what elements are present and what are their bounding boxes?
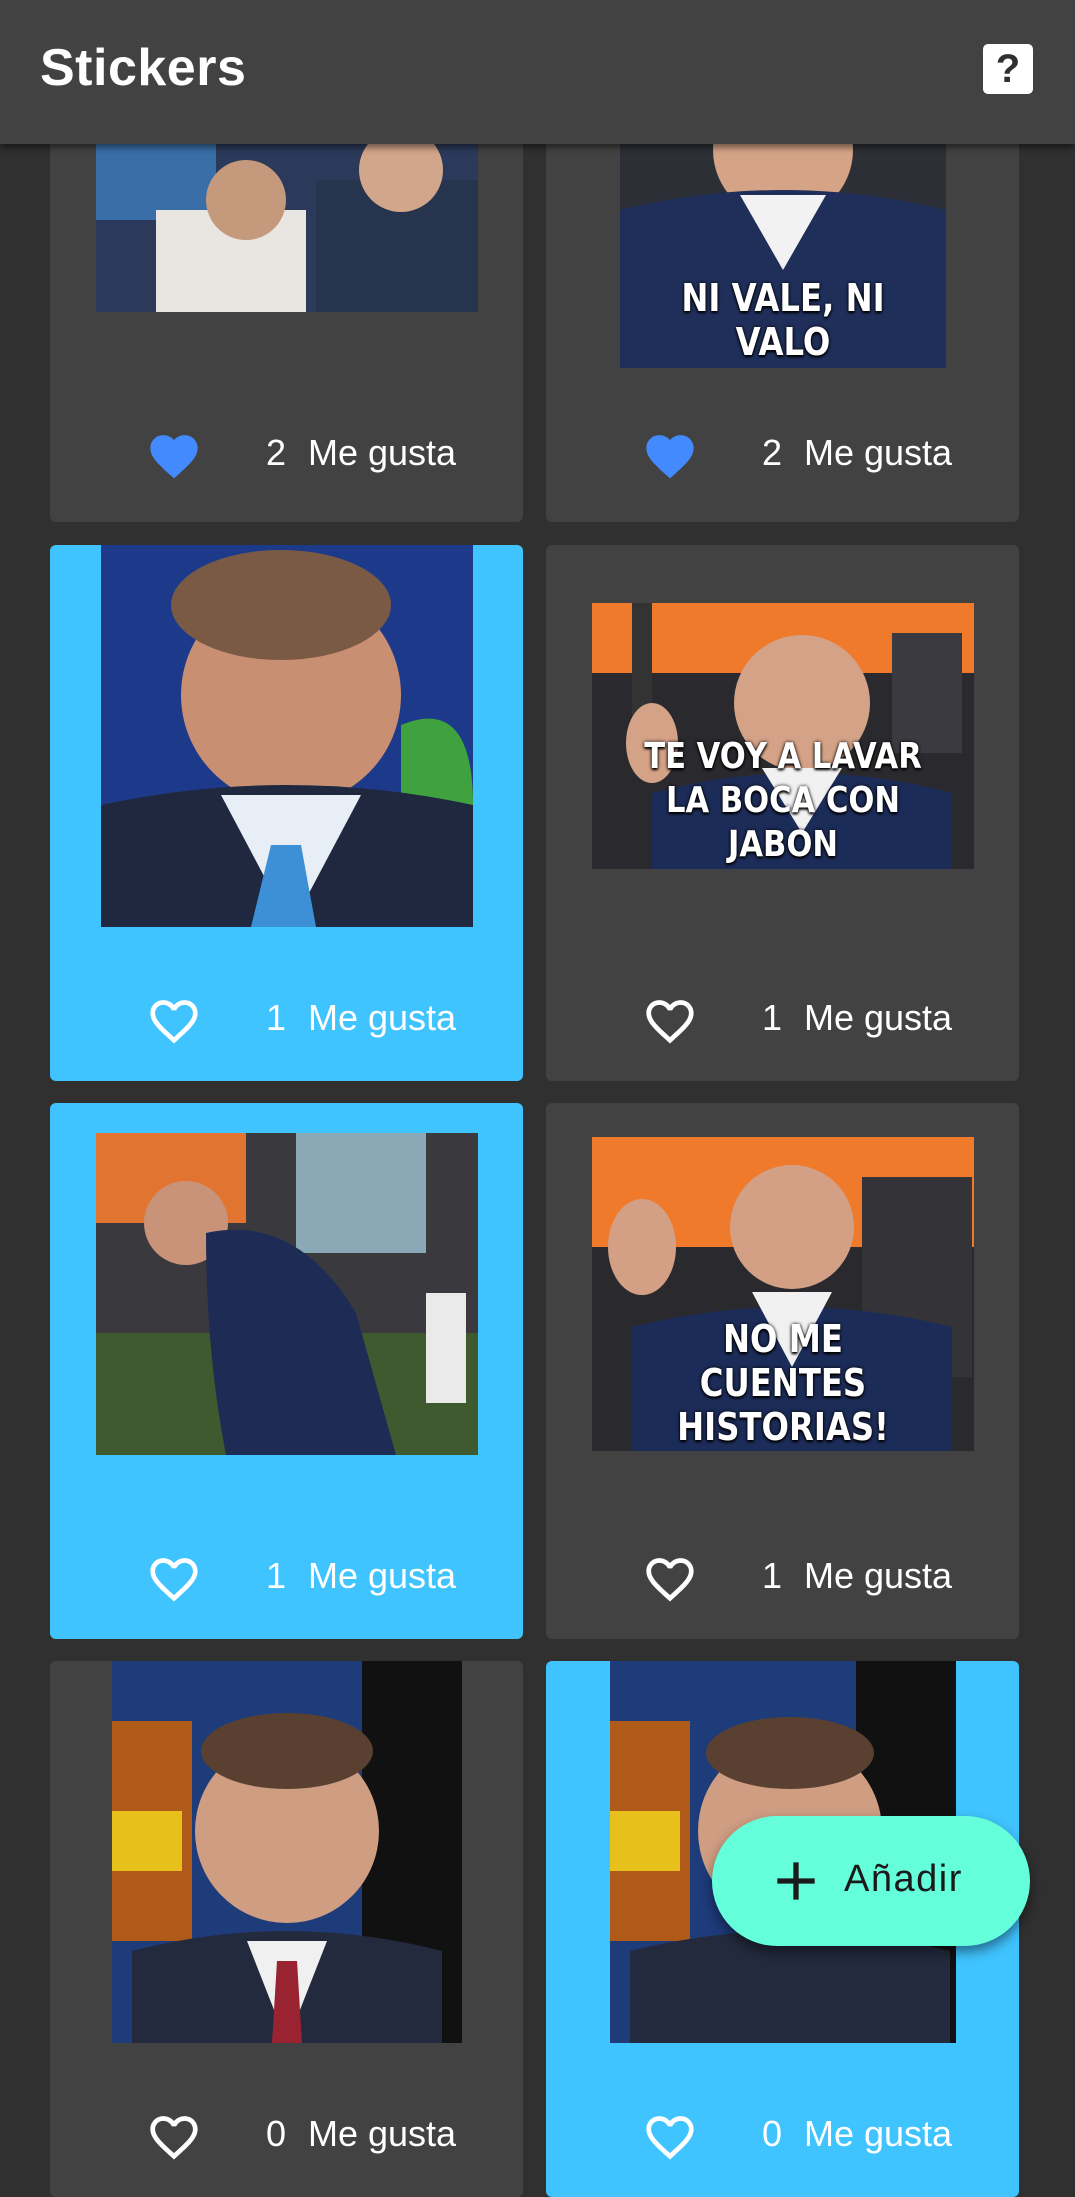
sticker-caption: NI VALE, NI VALO (681, 276, 885, 364)
like-label: Me gusta (308, 997, 457, 1038)
heart-outline-icon[interactable] (145, 993, 203, 1045)
like-row: 2 Me gusta (546, 420, 1019, 490)
sticker-image: TE VOY A LAVAR LA BOCA CON JABON (592, 603, 974, 869)
like-label: Me gusta (308, 1555, 457, 1596)
like-count: 1 (762, 997, 783, 1038)
like-count: 0 (266, 2113, 287, 2154)
like-row: 0 Me gusta (546, 2101, 1019, 2171)
add-button-label: Añadir (844, 1858, 963, 1900)
sticker-card[interactable]: NO ME CUENTES HISTORIAS! 1 Me gusta (546, 1103, 1019, 1639)
sticker-card[interactable]: TE VOY A LAVAR LA BOCA CON JABON 1 Me gu… (546, 545, 1019, 1081)
like-label: Me gusta (804, 997, 953, 1038)
sticker-image (101, 545, 473, 927)
heart-filled-icon[interactable] (145, 428, 203, 480)
sticker-card[interactable]: NI VALE, NI VALO 2 Me gusta (546, 100, 1019, 522)
sticker-image (96, 1133, 478, 1455)
like-count: 1 (266, 1555, 287, 1596)
app-bar: Stickers ? (0, 0, 1075, 144)
sticker-card-selected[interactable]: 1 Me gusta (50, 1103, 523, 1639)
like-label: Me gusta (308, 432, 457, 473)
like-label: Me gusta (804, 432, 953, 473)
heart-filled-icon[interactable] (641, 428, 699, 480)
help-icon[interactable]: ? (983, 44, 1033, 94)
like-label: Me gusta (804, 1555, 953, 1596)
heart-outline-icon[interactable] (641, 993, 699, 1045)
like-label: Me gusta (804, 2113, 953, 2154)
like-count: 0 (762, 2113, 783, 2154)
heart-outline-icon[interactable] (145, 1551, 203, 1603)
like-row: 0 Me gusta (50, 2101, 523, 2171)
like-count: 2 (762, 432, 783, 473)
sticker-image: NO ME CUENTES HISTORIAS! (592, 1137, 974, 1451)
sticker-image (96, 140, 478, 312)
like-row: 1 Me gusta (546, 1543, 1019, 1613)
like-row: 1 Me gusta (50, 985, 523, 1055)
page-title: Stickers (40, 39, 247, 97)
sticker-image: NI VALE, NI VALO (620, 140, 946, 368)
like-row: 1 Me gusta (546, 985, 1019, 1055)
sticker-card-selected[interactable]: 1 Me gusta (50, 545, 523, 1081)
like-count: 1 (762, 1555, 783, 1596)
add-sticker-button[interactable]: Añadir (712, 1816, 1030, 1946)
heart-outline-icon[interactable] (641, 2109, 699, 2161)
sticker-card[interactable]: 2 Me gusta (50, 100, 523, 522)
like-row: 1 Me gusta (50, 1543, 523, 1613)
sticker-grid: 2 Me gusta NI VALE, NI VALO 2 Me gusta 1… (0, 0, 1075, 2197)
heart-outline-icon[interactable] (641, 1551, 699, 1603)
sticker-caption: NO ME CUENTES HISTORIAS! (677, 1317, 889, 1449)
like-label: Me gusta (308, 2113, 457, 2154)
sticker-card[interactable]: 0 Me gusta (50, 1661, 523, 2197)
sticker-caption: TE VOY A LAVAR LA BOCA CON JABON (644, 736, 922, 865)
plus-icon (777, 1862, 815, 1900)
sticker-image (112, 1661, 462, 2043)
like-row: 2 Me gusta (50, 420, 523, 490)
like-count: 1 (266, 997, 287, 1038)
like-count: 2 (266, 432, 287, 473)
heart-outline-icon[interactable] (145, 2109, 203, 2161)
